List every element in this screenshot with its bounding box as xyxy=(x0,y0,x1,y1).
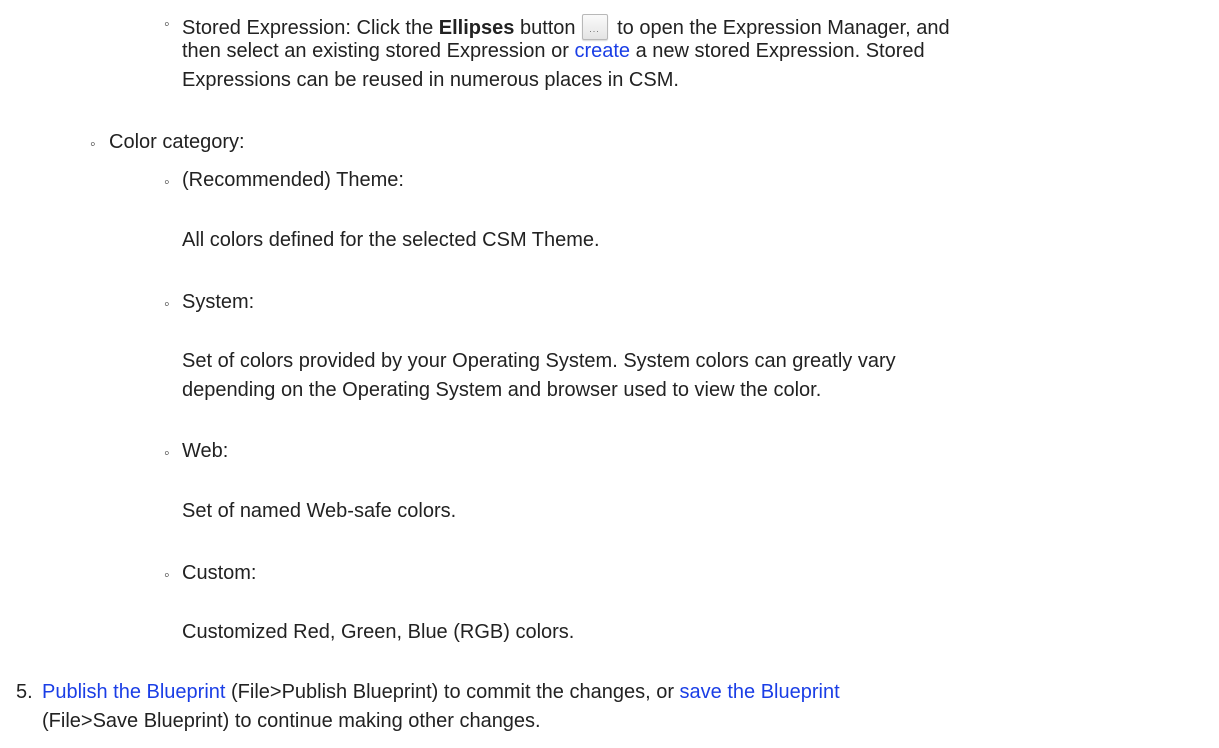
text-segment: (File>Publish Blueprint) to commit the c… xyxy=(225,681,680,703)
stored-expression-line-2: then select an existing stored Expressio… xyxy=(182,37,925,66)
theme-label: (Recommended) Theme: xyxy=(182,169,404,191)
text-segment: Stored Expression: Click the xyxy=(182,17,439,39)
ellipses-bold-text: Ellipses xyxy=(438,17,515,39)
web-description: Set of named Web-safe colors. xyxy=(182,500,457,522)
system-description-line-1: Set of colors provided by your Operating… xyxy=(182,350,896,372)
system-description-line-2: depending on the Operating System and br… xyxy=(182,379,822,401)
save-blueprint-link[interactable]: save the Blueprint xyxy=(680,681,840,703)
text-segment: then select an existing stored Expressio… xyxy=(182,40,575,62)
custom-label: Custom: xyxy=(182,562,257,584)
text-segment: button xyxy=(514,17,576,39)
list-bullet: ◦ xyxy=(164,174,170,191)
theme-description: All colors defined for the selected CSM … xyxy=(182,229,600,251)
list-bullet: ◦ xyxy=(164,296,170,313)
web-label: Web: xyxy=(182,440,229,462)
publish-blueprint-link[interactable]: Publish the Blueprint xyxy=(42,681,225,703)
list-bullet: ◦ xyxy=(164,16,170,33)
ellipsis-icon: ... xyxy=(589,24,600,34)
list-bullet: ◦ xyxy=(164,567,170,584)
custom-description: Customized Red, Green, Blue (RGB) colors… xyxy=(182,621,575,643)
stored-expression-line-3: Expressions can be reused in numerous pl… xyxy=(182,69,679,91)
system-label: System: xyxy=(182,291,255,313)
list-bullet: ◦ xyxy=(164,445,170,462)
step5-line-1: Publish the Blueprint (File>Publish Blue… xyxy=(42,678,840,707)
list-bullet: ◦ xyxy=(90,136,96,153)
create-link[interactable]: create xyxy=(574,40,630,62)
text-segment: to open the Expression Manager, and xyxy=(611,17,950,39)
text-segment: a new stored Expression. Stored xyxy=(630,40,925,62)
color-category-label: Color category: xyxy=(109,131,245,153)
step5-line-2: (File>Save Blueprint) to continue making… xyxy=(42,710,541,732)
step-number: 5. xyxy=(16,681,33,703)
